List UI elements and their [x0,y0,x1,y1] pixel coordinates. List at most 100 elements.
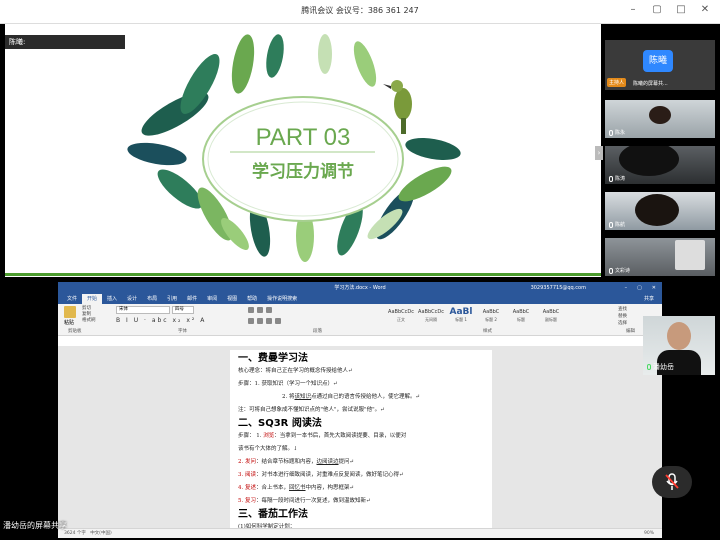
align-right-icon[interactable] [266,318,272,324]
zoom-level[interactable]: 90% [644,529,654,538]
style-preview: AaBbC [542,309,560,315]
host-badge: 主持人 [607,78,627,87]
participant-name: 陈曦的屏幕共... [633,81,668,87]
text-run: 2. 发问 [238,459,256,465]
font-name-select[interactable]: 宋体 [116,306,170,314]
share-button[interactable]: 共享 [644,294,654,304]
style-no-spacing[interactable]: AaBbCcDc 无间隔 [418,307,444,323]
style-preview: AaBbC [512,309,530,315]
participant-label: 文彩诗 [609,267,630,274]
tell-me-search[interactable]: 操作说明搜索 [262,294,302,304]
style-title[interactable]: AaBbC 标题 [508,307,534,323]
style-normal[interactable]: AaBbCcDc 正文 [388,307,414,323]
shared-slide: PART 03 学习压力调节 [5,24,601,277]
presenter-video[interactable]: 潘幼岳 [643,316,715,375]
find-button[interactable]: 查找 [618,306,627,313]
style-name: 副标题 [545,317,557,322]
screen-share-label: 潘幼岳的屏幕共享 [3,521,67,530]
text-run: 4. 复述 [238,485,256,491]
justify-icon[interactable] [275,318,281,324]
restore-icon[interactable]: ▢ [637,282,642,294]
maximize-icon[interactable]: □ [676,5,686,15]
align-left-icon[interactable] [248,318,254,324]
paste-icon[interactable] [64,306,76,318]
presenter-face [667,322,691,350]
clipboard-group: 粘贴 剪切 复制 格式刷 [62,306,106,328]
format-painter-button[interactable]: 格式刷 [82,318,96,324]
participant-video [675,240,705,270]
mic-icon [609,267,613,274]
part-label: PART 03 [256,124,351,151]
mute-button[interactable] [652,466,692,498]
group-label: 样式 [483,329,492,334]
speaker-name: 陈曦: [9,38,26,46]
participant-video [649,106,671,124]
participant-tile[interactable]: 陈永 [605,100,715,138]
participant-video [619,146,679,176]
participant-tile[interactable]: 陈涛 [605,146,715,184]
paragraph: 步骤：1. 获取知识（学习一个知识点）↵ [238,381,338,387]
replace-button[interactable]: 替换 [618,313,627,320]
paragraph: 4. 复述：合上书本，回忆书中内容，构思框架↵ [238,482,486,495]
slide-title: 学习压力调节 [252,161,354,182]
align-center-icon[interactable] [257,318,263,324]
font-size-select[interactable]: 四号 [172,306,194,314]
paste-button[interactable]: 粘贴 [64,319,74,326]
text-run: 提问↵ [338,459,355,465]
participant-name: 文彩诗 [615,268,631,274]
tab-references[interactable]: 引用 [162,294,182,304]
style-subtitle[interactable]: AaBbC 副标题 [538,307,564,323]
tab-help[interactable]: 帮助 [242,294,262,304]
text-run: 5. 复习 [238,498,256,504]
tab-home[interactable]: 开始 [82,294,103,304]
mic-icon [647,364,651,370]
text-run: ：结合章节标题和内容， [256,459,317,465]
text-run: ：每隔一段时间进行一次复述，做到温故知新↵ [256,498,371,504]
participant-label: 陈航 [609,221,625,228]
word-title-bar: 学习方法.docx - Word 3029357715@qq.com – ▢ ✕ [58,282,662,294]
restore-icon[interactable]: ▢ [652,5,662,15]
style-name: 标题 [517,317,525,322]
tab-review[interactable]: 审阅 [202,294,222,304]
chevron-right-icon[interactable]: › [595,146,603,160]
participant-tile[interactable]: 文彩诗 [605,238,715,276]
tab-file[interactable]: 文件 [62,294,82,304]
close-icon[interactable]: ✕ [652,282,656,294]
tab-mailings[interactable]: 邮件 [182,294,202,304]
tab-view[interactable]: 视图 [222,294,242,304]
mic-icon [609,175,613,182]
heading-3: 三、番茄工作法 [238,509,308,520]
document-page[interactable]: 一、费曼学习法 核心理念：将自己正在学习的概念传授给他人↵ 步骤：1. 获取知识… [230,350,492,530]
participant-name: 陈涛 [615,176,626,182]
meeting-window: 腾讯会议 会议号：386 361 247 – ▢ □ ✕ PART 03 学习压… [0,0,720,540]
text-run: 该知识 [294,394,312,400]
speaker-tag: 陈曦: [5,35,125,49]
paragraph: 步骤： 1. 浏览：当拿到一本书后，首先大致阅读提要、目录，以便对 [238,430,486,443]
minimize-icon[interactable]: – [625,282,628,294]
minimize-icon[interactable]: – [628,5,638,15]
numbering-icon[interactable] [257,307,263,313]
bullets-icon[interactable] [248,307,254,313]
participant-tile[interactable]: 陈航 [605,192,715,230]
editing-group: 查找 替换 选择 [618,306,627,327]
tab-insert[interactable]: 插入 [102,294,122,304]
close-icon[interactable]: ✕ [700,5,710,15]
screen-share-area: 学习方法.docx - Word 3029357715@qq.com – ▢ ✕… [0,280,720,540]
account-label[interactable]: 3029357715@qq.com [531,282,586,294]
paragraph: 2. 将该知识点通过自己的语言传授给他人，使它理解。↵ [238,391,486,404]
font-format-buttons[interactable]: B I U · abc x₂ x² A [116,317,206,324]
ribbon: 粘贴 剪切 复制 格式刷 宋体 四号 B I U · abc x₂ x² A A… [58,304,662,336]
text-run: 点通过自己的语言传授给他人，使它理解。↵ [311,394,421,400]
style-preview: AaBbCcDc [388,309,414,315]
title-bar: 腾讯会议 会议号：386 361 247 – ▢ □ ✕ [0,0,720,24]
paragraph: 该书有个大体的了解。↓ [238,446,298,452]
mic-icon [609,221,613,228]
text-run: 边阅读边 [316,459,339,465]
tab-design[interactable]: 设计 [122,294,142,304]
select-button[interactable]: 选择 [618,320,627,327]
participant-tile-host[interactable]: 陈曦 主持人 陈曦的屏幕共... [605,40,715,90]
style-heading-1[interactable]: AaBl 标题 1 [448,307,474,323]
style-heading-2[interactable]: AaBbC 标题 2 [478,307,504,323]
multilevel-list-icon[interactable] [266,307,272,313]
tab-layout[interactable]: 布局 [142,294,162,304]
